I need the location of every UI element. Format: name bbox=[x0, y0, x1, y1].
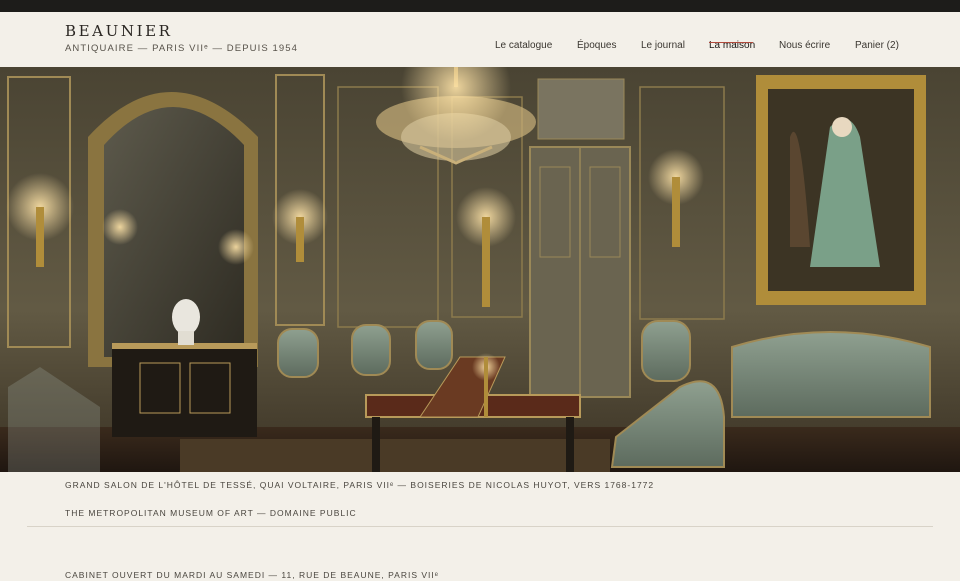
nav-item-catalogue[interactable]: Le catalogue bbox=[495, 40, 552, 51]
divider bbox=[27, 526, 933, 527]
nav-item-epoques[interactable]: Époques bbox=[577, 40, 616, 51]
nav-item-contact[interactable]: Nous écrire bbox=[779, 40, 830, 51]
photo-credit: THE METROPOLITAN MUSEUM OF ART — DOMAINE… bbox=[65, 508, 357, 518]
brand-tagline: ANTIQUAIRE — PARIS VIIᵉ — DEPUIS 1954 bbox=[65, 43, 299, 54]
photo-caption: GRAND SALON DE L'HÔTEL DE TESSÉ, QUAI VO… bbox=[65, 480, 655, 490]
top-bar bbox=[0, 0, 960, 12]
hero-image bbox=[0, 67, 960, 472]
brand-logo[interactable]: BEAUNIER bbox=[65, 22, 173, 40]
opening-hours: CABINET OUVERT DU MARDI AU SAMEDI — 11, … bbox=[65, 570, 439, 580]
nav-item-journal[interactable]: Le journal bbox=[641, 40, 685, 51]
salon-illustration bbox=[0, 67, 960, 472]
nav-item-cart[interactable]: Panier (2) bbox=[855, 40, 899, 51]
active-nav-underline bbox=[709, 42, 753, 43]
